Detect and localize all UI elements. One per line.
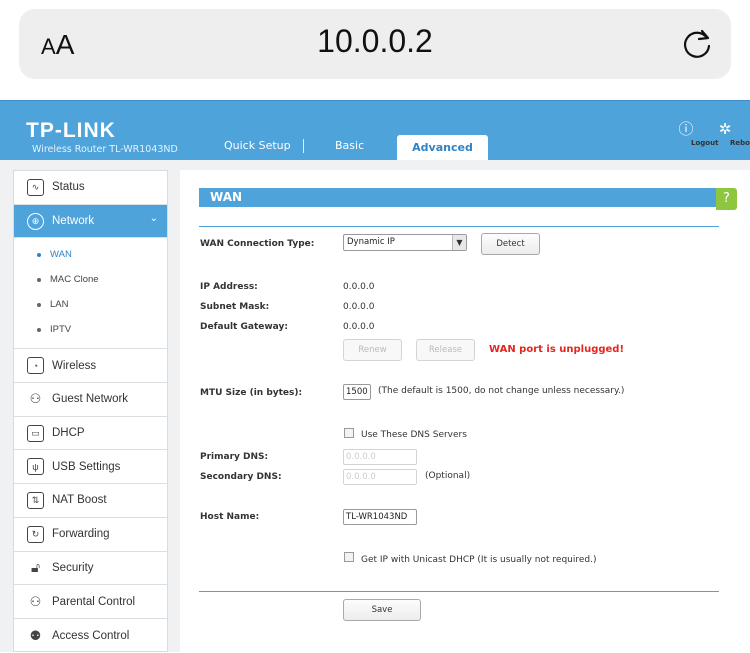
dns-checkbox-label: Use These DNS Servers: [361, 430, 467, 440]
gateway-label: Default Gateway:: [200, 322, 288, 332]
sidebar-subitem-lan[interactable]: LAN: [14, 292, 167, 317]
reboot-icon: ✲: [718, 120, 732, 138]
tab-basic[interactable]: Basic: [335, 139, 364, 161]
reload-icon[interactable]: [680, 27, 714, 61]
pulse-icon: ∿: [27, 178, 44, 196]
network-submenu: WAN MAC Clone LAN IPTV: [14, 238, 167, 350]
sidebar-item-dhcp[interactable]: ▭ DHCP: [14, 417, 167, 451]
secondary-dns-input[interactable]: 0.0.0.0: [343, 469, 417, 485]
wifi-icon: ◔: [27, 357, 44, 375]
address-bar[interactable]: AA 10.0.0.2: [19, 9, 731, 79]
sidebar-item-network[interactable]: ⊕ Network ⌄: [14, 204, 167, 239]
ip-label: IP Address:: [200, 282, 258, 292]
unicast-label: Get IP with Unicast DHCP (It is usually …: [361, 555, 597, 565]
router-header: TP-LINK Wireless Router TL-WR1043ND Quic…: [0, 100, 750, 161]
wan-panel: WAN ? WAN Connection Type: Dynamic IP ▼ …: [180, 170, 750, 652]
ip-value: 0.0.0.0: [343, 282, 375, 292]
sidebar-subitem-mac-clone[interactable]: MAC Clone: [14, 267, 167, 292]
mask-label: Subnet Mask:: [200, 302, 270, 312]
sidebar-item-usb-settings[interactable]: ψ USB Settings: [14, 450, 167, 485]
tab-quick-setup[interactable]: Quick Setup: [224, 139, 291, 161]
unicast-checkbox[interactable]: [344, 552, 354, 562]
mtu-label: MTU Size (in bytes):: [200, 388, 303, 398]
sidebar-subitem-wan[interactable]: WAN: [14, 242, 167, 267]
chevron-down-icon: ▼: [452, 235, 466, 250]
primary-dns-label: Primary DNS:: [200, 452, 269, 462]
usb-icon: ψ: [27, 458, 44, 476]
detect-button[interactable]: Detect: [481, 233, 540, 255]
sidebar: ∿ Status ⊕ Network ⌄ WAN MAC Clone LAN I…: [13, 170, 168, 652]
logout-button[interactable]: ⓘ Logout: [671, 120, 718, 148]
globe-icon: ⊕: [27, 212, 44, 230]
section-title: WAN: [199, 188, 719, 207]
sidebar-subitem-iptv[interactable]: IPTV: [14, 317, 167, 342]
arrows-icon: ⇅: [27, 491, 44, 509]
chevron-down-icon: ⌄: [149, 212, 158, 224]
sidebar-item-status[interactable]: ∿ Status: [14, 171, 167, 205]
conn-type-select[interactable]: Dynamic IP ▼: [343, 234, 467, 251]
wan-warning: WAN port is unplugged!: [489, 344, 625, 355]
user-shield-icon: ⚉: [29, 627, 42, 643]
forward-icon: ↻: [27, 525, 44, 543]
mtu-note: (The default is 1500, do not change unle…: [378, 386, 625, 396]
monitor-icon: ▭: [27, 424, 44, 442]
sidebar-item-forwarding[interactable]: ↻ Forwarding: [14, 518, 167, 552]
sidebar-item-wireless[interactable]: ◔ Wireless: [14, 349, 167, 384]
url-text[interactable]: 10.0.0.2: [19, 23, 731, 60]
sidebar-item-parental-control[interactable]: ⚇ Parental Control: [14, 585, 167, 619]
secondary-dns-label: Secondary DNS:: [200, 472, 282, 482]
brand-logo: TP-LINK: [26, 119, 116, 142]
family-icon: ⚇: [29, 593, 42, 609]
host-name-input[interactable]: TL-WR1043ND: [343, 509, 417, 525]
renew-button[interactable]: Renew: [343, 339, 402, 361]
sidebar-item-security[interactable]: 🔓︎ Security: [14, 552, 167, 586]
users-icon: ⚇: [29, 391, 42, 407]
dns-checkbox[interactable]: [344, 428, 354, 438]
release-button[interactable]: Release: [416, 339, 475, 361]
divider: [199, 226, 719, 227]
host-name-label: Host Name:: [200, 512, 260, 522]
primary-dns-input[interactable]: 0.0.0.0: [343, 449, 417, 465]
save-button[interactable]: Save: [343, 599, 421, 621]
tab-advanced[interactable]: Advanced: [397, 135, 488, 161]
sidebar-item-guest-network[interactable]: ⚇ Guest Network: [14, 383, 167, 417]
sidebar-item-nat-boost[interactable]: ⇅ NAT Boost: [14, 484, 167, 518]
secondary-dns-note: (Optional): [425, 471, 471, 481]
gateway-value: 0.0.0.0: [343, 322, 375, 332]
reboot-button[interactable]: ✲ Reboot: [710, 120, 750, 148]
conn-type-label: WAN Connection Type:: [200, 239, 315, 249]
model-name: Wireless Router TL-WR1043ND: [32, 144, 178, 155]
sidebar-item-access-control[interactable]: ⚉ Access Control: [14, 619, 167, 653]
help-button[interactable]: ?: [716, 188, 737, 210]
divider: [199, 591, 719, 592]
lock-icon: 🔓︎: [30, 559, 41, 576]
mask-value: 0.0.0.0: [343, 302, 375, 312]
mtu-input[interactable]: 1500: [343, 384, 371, 400]
power-icon: ⓘ: [678, 120, 694, 138]
tab-divider: [303, 139, 304, 153]
browser-toolbar: AA 10.0.0.2: [0, 0, 750, 100]
